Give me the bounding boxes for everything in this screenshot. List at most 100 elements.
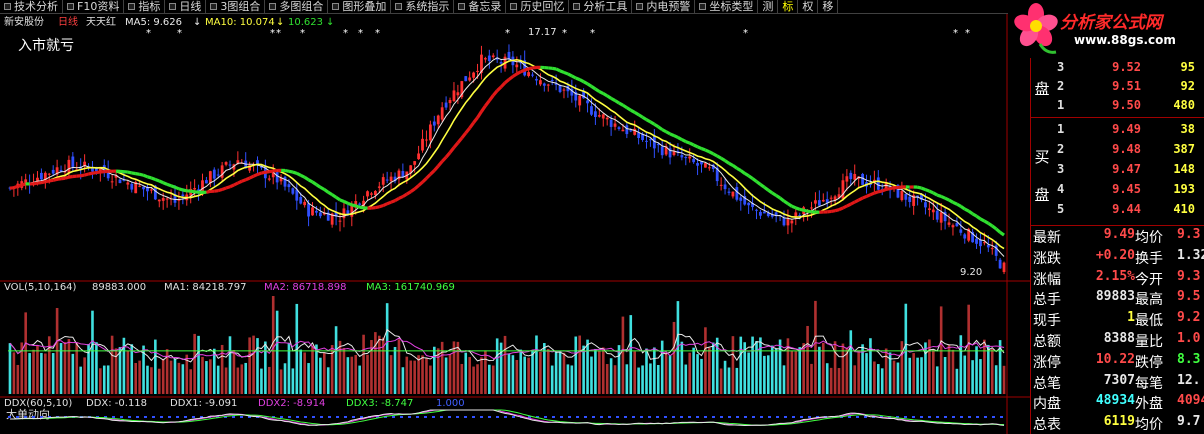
volume-bar: [476, 364, 479, 394]
volume-bar: [24, 312, 27, 394]
candle-body: [637, 132, 641, 139]
toolbar-item-10[interactable]: 分析工具: [569, 0, 633, 13]
volume-bar: [444, 357, 448, 394]
volume-bar: [566, 364, 570, 394]
ma-trend-segment: [319, 185, 326, 191]
toolbar-item-5[interactable]: 多图组合: [265, 0, 329, 13]
ma-trend-segment: [398, 195, 404, 200]
volume-bar: [460, 363, 464, 394]
volume-bar: [177, 362, 181, 394]
quote-value: 6119: [1103, 414, 1135, 430]
ma-trend-segment: [582, 80, 589, 86]
ma-trend-segment: [217, 187, 223, 193]
ma-trend-segment: [225, 185, 231, 190]
volume-bar: [212, 348, 216, 394]
toolbar-item-6[interactable]: 图形叠加: [328, 0, 392, 13]
volume-bar: [95, 342, 98, 394]
volume-bar: [480, 357, 483, 394]
ma-trend-segment: [327, 190, 333, 197]
ma-trend-segment: [602, 92, 608, 98]
toolbar-item-0[interactable]: 技术分析: [0, 0, 63, 13]
toolbar-item-3[interactable]: 日线: [165, 0, 207, 13]
volume-bar: [943, 357, 947, 394]
volume-bar: [511, 355, 515, 394]
ma-trend-segment: [41, 180, 46, 185]
ddx-header-ddx: DDX: -0.118: [86, 398, 147, 409]
ma-trend-segment: [154, 177, 160, 183]
ma-trend-segment: [555, 67, 561, 73]
candle-body: [318, 212, 322, 217]
ma-trend-segment: [378, 203, 384, 209]
candle-body: [735, 187, 739, 200]
toolbar-item-8[interactable]: 备忘录: [454, 0, 507, 13]
buy-label-2: 盘: [1034, 186, 1050, 204]
volume-bar: [688, 352, 692, 394]
candle-body: [421, 138, 424, 151]
toolbar-item-1[interactable]: F10资料: [63, 0, 125, 13]
candle-body: [739, 197, 743, 201]
ma-trend-segment: [311, 180, 318, 186]
volume-bar: [704, 327, 707, 394]
buy-row: 1 9.49 38: [1055, 122, 1204, 141]
candle-body: [931, 209, 935, 213]
volume-bar: [959, 335, 963, 394]
toolbar-item-14[interactable]: 标: [778, 0, 799, 13]
ma-trend-segment: [335, 195, 341, 202]
quote-key-2: 最高: [1135, 292, 1163, 309]
volume-bar: [12, 352, 16, 394]
volume-bar: [307, 363, 310, 394]
ma-trend-segment: [747, 174, 754, 180]
candle-body: [829, 197, 833, 199]
candle-body: [841, 180, 845, 199]
quote-value-2: 9.7: [1177, 414, 1201, 430]
quote-value-2: 9.5: [1177, 289, 1201, 305]
toolbar-dot-icon: [169, 3, 177, 10]
ma-trend-segment: [158, 179, 164, 185]
candle-body: [436, 115, 440, 125]
toolbar-item-7[interactable]: 系统指示: [391, 0, 455, 13]
candle-body: [692, 158, 696, 163]
quote-key-2: 换手: [1135, 250, 1163, 267]
ma-trend-segment: [700, 147, 706, 152]
ma-trend-segment: [394, 196, 400, 202]
ma-trend-segment: [60, 176, 66, 181]
quote-value: 89883: [1095, 289, 1135, 305]
candle-body: [130, 183, 134, 190]
toolbar-item-16[interactable]: 移: [818, 0, 839, 13]
ma-trend-segment: [830, 209, 836, 214]
volume-bar: [91, 310, 94, 394]
volume-bar: [645, 348, 648, 394]
ma-trend-segment: [170, 184, 176, 189]
toolbar-item-11[interactable]: 内电预警: [632, 0, 696, 13]
candle-body: [853, 173, 857, 180]
quote-key: 总额: [1033, 334, 1061, 350]
candle-body: [483, 58, 487, 60]
volume-bar: [590, 356, 593, 394]
candle-body: [464, 76, 468, 82]
toolbar-item-9[interactable]: 历史回忆: [506, 0, 570, 13]
volume-bar: [472, 366, 475, 394]
ma-trend-segment: [33, 181, 38, 186]
volume-bar: [220, 344, 224, 394]
candle-body: [212, 169, 216, 179]
ma-trend-segment: [975, 214, 982, 221]
candle-body: [590, 106, 593, 115]
volume-bar: [299, 349, 303, 394]
ma-trend-segment: [182, 188, 188, 193]
toolbar-item-15[interactable]: 权: [798, 0, 819, 13]
toolbar-item-13[interactable]: 测: [758, 0, 779, 13]
logo-text: 分析家公式网: [1060, 13, 1162, 33]
toolbar-item-2[interactable]: 指标: [124, 0, 166, 13]
ma-trend-segment: [838, 206, 844, 212]
vol-header-ma1: MA1: 84218.797: [164, 282, 246, 293]
volume-bar: [338, 340, 342, 394]
ma-trend-segment: [940, 194, 946, 200]
candle-body: [684, 157, 688, 159]
ma-trend-segment: [64, 175, 70, 180]
volume-bar: [193, 333, 196, 394]
toolbar-item-4[interactable]: 3图组合: [206, 0, 266, 13]
volume-bar: [130, 344, 134, 394]
toolbar-dot-icon: [128, 3, 136, 10]
toolbar-item-12[interactable]: 坐标类型: [695, 0, 759, 13]
volume-bar: [798, 347, 802, 394]
